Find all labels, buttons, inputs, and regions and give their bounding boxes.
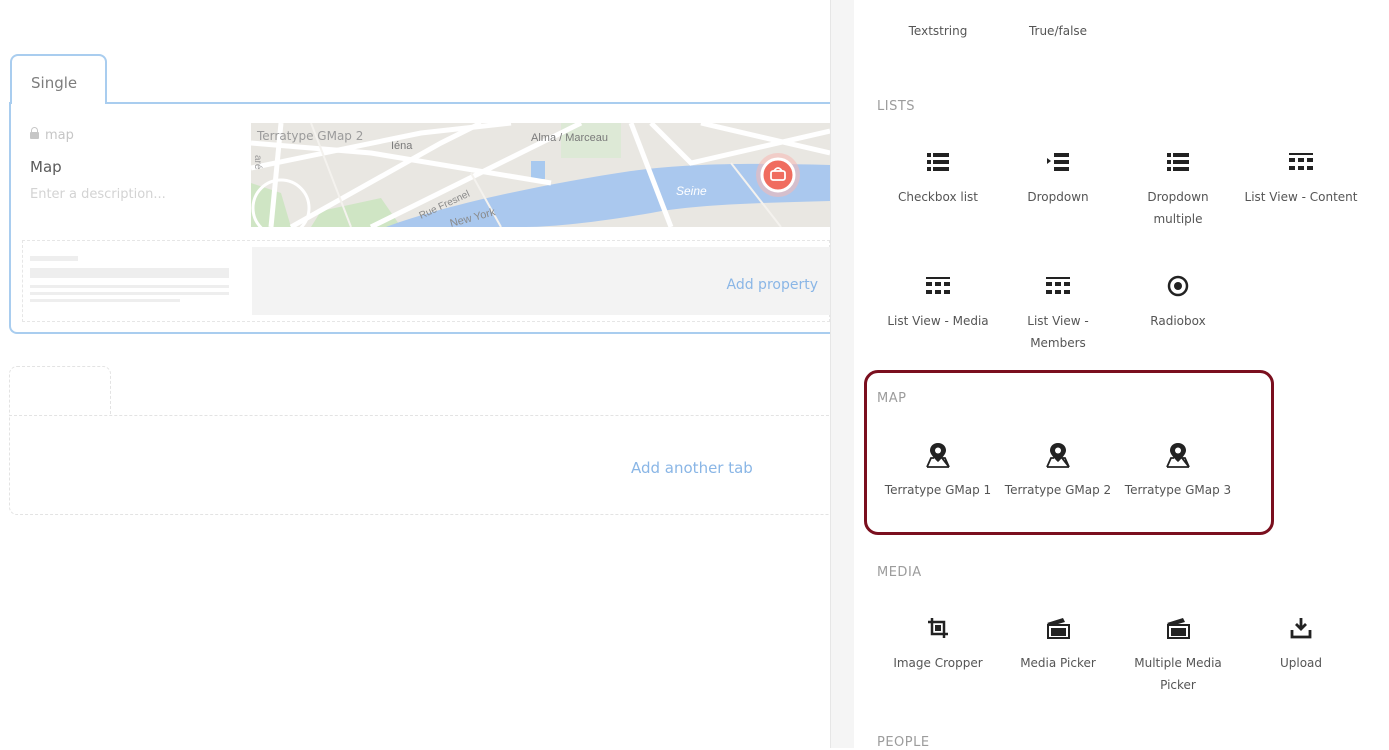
placeholder-line: [30, 256, 78, 261]
panel-edge: [830, 0, 854, 748]
radio-target-icon: [1117, 272, 1239, 300]
placeholder-line: [30, 299, 180, 302]
property-editor-label: Terratype GMap 2: [257, 129, 364, 143]
property-alias: map: [30, 127, 74, 143]
section-title-media: MEDIA: [877, 565, 922, 580]
editor-item-image-cropper[interactable]: Image Cropper: [877, 614, 999, 674]
editor-item-list-view-media[interactable]: List View - Media: [877, 272, 999, 332]
map-section-highlight: [864, 370, 1274, 535]
add-property-button[interactable]: Add property: [252, 247, 830, 315]
map-marker-icon[interactable]: [760, 157, 796, 193]
list-view-grid-icon: [877, 272, 999, 300]
editor-item-multiple-media-picker[interactable]: Multiple Media Picker: [1117, 614, 1239, 696]
media-picker-icon: [997, 614, 1119, 642]
editor-item-dropdown[interactable]: Dropdown: [997, 148, 1119, 208]
editor-item-list-view-members[interactable]: List View - Members: [997, 272, 1119, 354]
new-tab-placeholder[interactable]: [9, 366, 111, 416]
editor-item-true-false[interactable]: True/false: [997, 20, 1119, 42]
placeholder-line: [30, 292, 229, 295]
editor-item-media-picker[interactable]: Media Picker: [997, 614, 1119, 674]
list-view-grid-icon: [1240, 148, 1362, 176]
add-another-tab-button[interactable]: Add another tab: [631, 459, 753, 477]
property-alias-text: map: [45, 128, 74, 143]
lock-icon[interactable]: [30, 127, 39, 139]
editor-item-upload[interactable]: Upload: [1240, 614, 1362, 674]
placeholder-line: [30, 268, 229, 278]
map-label-seine: Seine: [676, 184, 707, 198]
editor-item-dropdown-multiple[interactable]: Dropdown multiple: [1117, 148, 1239, 230]
tab-single-label: Single: [31, 74, 78, 92]
map-label-alma: Alma / Marceau: [531, 132, 608, 144]
editor-item-textstring[interactable]: Textstring: [877, 20, 999, 42]
dropdown-list-icon: [997, 148, 1119, 176]
map-label-iena: Iéna: [391, 140, 413, 152]
section-title-lists: LISTS: [877, 99, 916, 114]
map-water: [531, 161, 545, 179]
upload-icon: [1240, 614, 1362, 642]
map-label-edge: aré: [252, 155, 263, 170]
list-bullets-icon: [877, 148, 999, 176]
property-description[interactable]: Enter a description...: [30, 187, 166, 202]
add-property-label: Add property: [726, 277, 819, 293]
editor-item-list-view-content[interactable]: List View - Content: [1240, 148, 1362, 208]
placeholder-line: [30, 285, 229, 288]
list-view-grid-icon: [997, 272, 1119, 300]
media-picker-icon: [1117, 614, 1239, 642]
tab-single[interactable]: Single: [10, 54, 107, 104]
editor-item-radiobox[interactable]: Radiobox: [1117, 272, 1239, 332]
list-bullets-icon: [1117, 148, 1239, 176]
property-name[interactable]: Map: [30, 158, 62, 176]
editor-item-checkbox-list[interactable]: Checkbox list: [877, 148, 999, 208]
crop-icon: [877, 614, 999, 642]
